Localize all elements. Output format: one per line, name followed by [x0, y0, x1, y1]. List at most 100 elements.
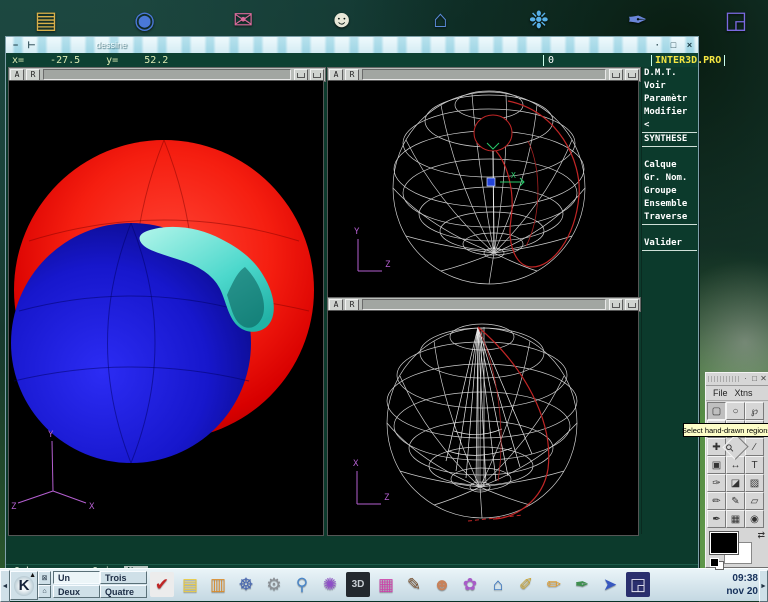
panel-app-icon[interactable]: ▦	[374, 572, 398, 597]
viewport-drag-bar[interactable]	[362, 299, 606, 310]
shade-icon[interactable]: ·	[651, 40, 664, 51]
menu-xtns[interactable]: Xtns	[735, 388, 753, 398]
viewport-persp-canvas[interactable]: Y X Z	[8, 80, 324, 536]
menu-item[interactable]: D.M.T.	[642, 67, 697, 80]
gimp-tool-button[interactable]: ▱	[745, 492, 764, 510]
desktop-icon[interactable]: ✉	[225, 2, 261, 38]
panel-app-icon[interactable]: ⚙	[262, 572, 286, 597]
panel-mini-button[interactable]: ⊠	[38, 571, 51, 585]
gimp-tool-button[interactable]: ✒	[707, 510, 726, 528]
maximize-icon[interactable]: □	[667, 40, 680, 51]
viewport-button-a[interactable]: A	[10, 69, 24, 81]
panel-app-icon[interactable]: ☸	[234, 572, 258, 597]
panel-mini-button[interactable]: ⌂	[38, 585, 51, 599]
default-colors-icon[interactable]	[710, 558, 719, 567]
viewport-max-button[interactable]	[625, 69, 639, 81]
panel-app-icon[interactable]: ✔	[150, 572, 174, 597]
wireframe-front: X Y Z	[328, 81, 638, 297]
panel-app-icon[interactable]: ✿	[458, 572, 482, 597]
svg-text:X: X	[511, 171, 516, 180]
desktop-pager-button[interactable]: Deux	[53, 585, 100, 598]
viewport-max-button[interactable]	[310, 69, 324, 81]
desktop-icon[interactable]: ✒	[619, 2, 655, 38]
desktop-icon-glyph: ▤	[35, 6, 58, 35]
menu-item[interactable]: <	[642, 119, 697, 132]
gimp-tool-button[interactable]: ℘	[745, 402, 764, 420]
menu-item[interactable]: Voir	[642, 80, 697, 93]
panel-app-icon[interactable]: ▥	[206, 572, 230, 597]
viewport-button-r[interactable]: R	[345, 299, 359, 311]
viewport-min-button[interactable]	[609, 69, 623, 81]
panel-app-icon[interactable]: ✎	[402, 572, 426, 597]
panel-app-icon[interactable]: ⚲	[290, 572, 314, 597]
svg-text:Z: Z	[385, 260, 391, 270]
desktop-icon[interactable]: ☻	[324, 2, 360, 38]
window-titlebar[interactable]: − ⊢ dessine · □ ×	[6, 37, 698, 53]
panel-app-icon[interactable]: ➤	[598, 572, 622, 597]
k-menu-button[interactable]: K ▲	[10, 571, 38, 600]
panel-app-icon[interactable]: ✒	[570, 572, 594, 597]
viewport-button-r[interactable]: R	[26, 69, 40, 81]
viewport-button-r[interactable]: R	[345, 69, 359, 81]
gimp-tool-button[interactable]: ▨	[745, 474, 764, 492]
viewport-front-canvas[interactable]: X Y Z	[327, 80, 639, 298]
menu-item[interactable]: Groupe	[642, 185, 697, 198]
gimp-tool-button[interactable]: ○	[726, 402, 745, 420]
menu-item[interactable]: Traverse	[642, 211, 697, 225]
gimp-tool-button[interactable]: ◪	[726, 474, 745, 492]
gimp-tool-button[interactable]: T	[745, 456, 764, 474]
viewport-min-button[interactable]	[609, 299, 623, 311]
desktop-icon[interactable]: ▤	[28, 2, 64, 38]
desktop-icon[interactable]: ◲	[718, 2, 754, 38]
menu-item[interactable]: SYNTHESE	[642, 132, 697, 147]
gimp-tool-button[interactable]: ✎	[726, 492, 745, 510]
viewport-side-canvas[interactable]: X Z	[327, 310, 639, 536]
desktop-icon-glyph: ✉	[233, 6, 253, 35]
viewport-min-button[interactable]	[294, 69, 308, 81]
gimp-tool-button[interactable]: ✑	[707, 474, 726, 492]
gimp-tool-button[interactable]: ▣	[707, 456, 726, 474]
gimp-tool-button[interactable]: ▢	[707, 402, 726, 420]
panel-app-icon[interactable]: 3D	[346, 572, 370, 597]
svg-text:Z: Z	[384, 493, 390, 503]
menu-item[interactable]: Calque	[642, 159, 697, 172]
panel-app-icon[interactable]: ◲	[626, 572, 650, 597]
desktop-pager-button[interactable]: Quatre	[100, 585, 147, 598]
panel-app-icon[interactable]: ✏	[542, 572, 566, 597]
desktop-pager-button[interactable]: Un	[53, 571, 100, 584]
viewport-drag-bar[interactable]	[362, 69, 606, 80]
minimize-icon[interactable]: −	[9, 40, 22, 51]
foreground-color-swatch[interactable]	[710, 532, 738, 554]
maximize-icon[interactable]: □	[750, 374, 759, 384]
gimp-tool-button[interactable]: ✏	[707, 492, 726, 510]
menu-item[interactable]: Paramètr	[642, 93, 697, 106]
desktop-pager-button[interactable]: Trois	[100, 571, 147, 584]
desktop-icon[interactable]: ◉	[127, 2, 163, 38]
panel-app-icon[interactable]: ✺	[318, 572, 342, 597]
gimp-titlebar[interactable]: · □ ✕	[706, 373, 768, 386]
panel-app-icon[interactable]: ⌂	[486, 572, 510, 597]
menu-item[interactable]: Modifier	[642, 106, 697, 119]
viewport-drag-bar[interactable]	[43, 69, 291, 80]
gimp-tool-button[interactable]: ◉	[745, 510, 764, 528]
menu-item[interactable]: Valider	[642, 237, 697, 251]
panel-app-icon[interactable]: ✐	[514, 572, 538, 597]
panel-hide-right-button[interactable]: ►	[759, 570, 768, 602]
desktop-icon[interactable]: ⌂	[422, 2, 458, 38]
desktop-icon[interactable]: ❉	[521, 2, 557, 38]
menu-item[interactable]: Gr. Nom.	[642, 172, 697, 185]
menu-file[interactable]: File	[713, 388, 728, 398]
pin-icon[interactable]: ⊢	[25, 40, 38, 51]
viewport-button-a[interactable]: A	[329, 299, 343, 311]
minimize-icon[interactable]: ·	[741, 374, 750, 384]
viewport-max-button[interactable]	[625, 299, 639, 311]
panel-hide-left-button[interactable]: ◄	[0, 570, 10, 602]
close-icon[interactable]: ✕	[759, 374, 768, 384]
menu-item[interactable]: Ensemble	[642, 198, 697, 211]
close-icon[interactable]: ×	[683, 40, 696, 51]
gimp-tool-button[interactable]: ▦	[726, 510, 745, 528]
panel-app-icon[interactable]: ▤	[178, 572, 202, 597]
swap-colors-icon[interactable]: ⇄	[757, 530, 765, 541]
panel-app-icon[interactable]: ☻	[430, 572, 454, 597]
viewport-button-a[interactable]: A	[329, 69, 343, 81]
